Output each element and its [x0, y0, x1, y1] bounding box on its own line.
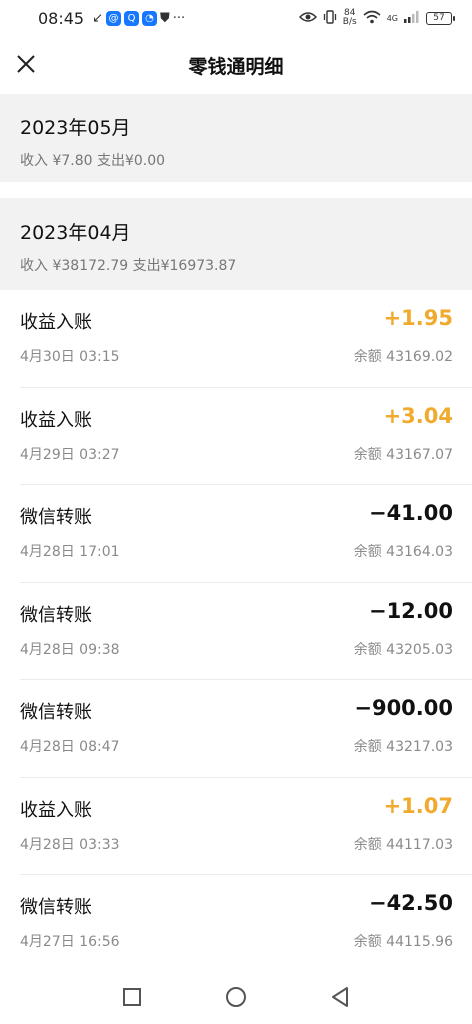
transaction-type: 微信转账 — [20, 897, 92, 918]
transaction-type: 微信转账 — [20, 604, 92, 626]
transaction-row[interactable]: 微信转账 4月28日 09:38 −12.00 余额 43205.03 — [0, 583, 472, 681]
month-summary: 收入 ¥7.80 支出¥0.00 — [20, 153, 166, 169]
eye-icon — [298, 11, 317, 26]
missed-call-icon: ↙ — [92, 10, 104, 26]
transaction-balance: 余额 43169.02 — [353, 349, 453, 365]
transaction-type: 微信转账 — [20, 702, 92, 723]
net-speed-unit: B/s — [342, 17, 357, 27]
transaction-balance: 余额 44115.96 — [353, 934, 453, 950]
battery-level: 57 — [433, 13, 445, 23]
transaction-balance: 余额 43164.03 — [353, 544, 453, 560]
home-button[interactable] — [224, 985, 248, 1009]
transaction-amount: −900.00 — [354, 696, 453, 720]
transaction-balance: 余额 44117.03 — [353, 836, 453, 853]
transaction-row[interactable]: 收益入账 4月28日 03:33 +1.07 余额 44117.03 — [0, 778, 472, 876]
transaction-amount: +1.07 — [383, 793, 453, 818]
wifi-icon — [363, 10, 381, 27]
header: 零钱通明细 — [0, 36, 472, 94]
transaction-datetime: 4月27日 16:56 — [20, 934, 120, 950]
status-right: 84 B/s 4G 57 — [298, 9, 455, 27]
more-icon: ··· — [172, 10, 186, 26]
back-triangle-icon — [332, 987, 348, 1007]
transaction-row[interactable]: 收益入账 4月30日 03:15 +1.95 余额 43169.02 — [0, 290, 472, 388]
back-button[interactable] — [328, 985, 352, 1009]
transaction-type: 微信转账 — [20, 507, 92, 528]
transaction-datetime: 4月28日 03:33 — [20, 836, 120, 853]
system-nav-bar — [0, 970, 472, 1024]
transaction-datetime: 4月28日 09:38 — [20, 641, 120, 658]
transaction-row[interactable]: 收益入账 4月29日 03:27 +3.04 余额 43167.07 — [0, 388, 472, 486]
month-title: 2023年04月 — [20, 222, 131, 244]
circle-icon — [226, 987, 246, 1007]
month-section-may[interactable]: 2023年05月 收入 ¥7.80 支出¥0.00 — [0, 94, 472, 182]
battery-icon: 57 — [426, 11, 455, 25]
transaction-datetime: 4月29日 03:27 — [20, 446, 120, 463]
recents-button[interactable] — [120, 985, 144, 1009]
transaction-datetime: 4月30日 03:15 — [20, 349, 120, 365]
network-type: 4G — [386, 13, 398, 23]
transaction-amount: −41.00 — [368, 501, 453, 525]
app-notification-icon: @ — [106, 10, 122, 26]
idea-app-icon: ◔ — [142, 10, 158, 26]
status-time: 08:45 — [38, 8, 85, 28]
transaction-balance: 余额 43167.07 — [353, 446, 453, 463]
section-gap — [0, 182, 472, 198]
transaction-list: 收益入账 4月30日 03:15 +1.95 余额 43169.02 收益入账 … — [0, 290, 472, 973]
month-title: 2023年05月 — [20, 117, 131, 139]
transaction-amount: +1.95 — [383, 306, 453, 330]
close-icon — [17, 55, 35, 73]
transaction-type: 收益入账 — [20, 799, 92, 821]
transaction-balance: 余额 43205.03 — [353, 641, 453, 658]
search-app-icon: Q — [124, 10, 140, 26]
shield-icon: ⛊ — [160, 10, 170, 26]
month-section-april[interactable]: 2023年04月 收入 ¥38172.79 支出¥16973.87 — [0, 198, 472, 290]
transaction-balance: 余额 43217.03 — [353, 739, 453, 755]
transaction-row[interactable]: 微信转账 4月28日 08:47 −900.00 余额 43217.03 — [0, 680, 472, 778]
square-icon — [123, 988, 141, 1006]
transaction-amount: −12.00 — [368, 598, 453, 623]
transaction-datetime: 4月28日 08:47 — [20, 739, 120, 755]
close-button[interactable] — [10, 48, 42, 80]
transaction-type: 收益入账 — [20, 312, 92, 333]
transaction-amount: −42.50 — [368, 891, 453, 915]
status-bar: 08:45 ↙ @ Q ◔ ⛊ ··· 84 B/s 4G 57 — [0, 0, 472, 36]
signal-icon — [404, 10, 420, 26]
transaction-row[interactable]: 微信转账 4月28日 17:01 −41.00 余额 43164.03 — [0, 485, 472, 583]
page-title: 零钱通明细 — [188, 55, 284, 78]
transaction-row[interactable]: 微信转账 4月27日 16:56 −42.50 余额 44115.96 — [0, 875, 472, 973]
transaction-amount: +3.04 — [383, 403, 453, 428]
transaction-type: 收益入账 — [20, 409, 92, 431]
vibrate-icon — [323, 9, 337, 27]
net-speed: 84 B/s — [343, 9, 357, 27]
transaction-datetime: 4月28日 17:01 — [20, 544, 120, 560]
notification-icons: ↙ @ Q ◔ ⛊ ··· — [92, 10, 186, 26]
month-summary: 收入 ¥38172.79 支出¥16973.87 — [20, 258, 237, 274]
